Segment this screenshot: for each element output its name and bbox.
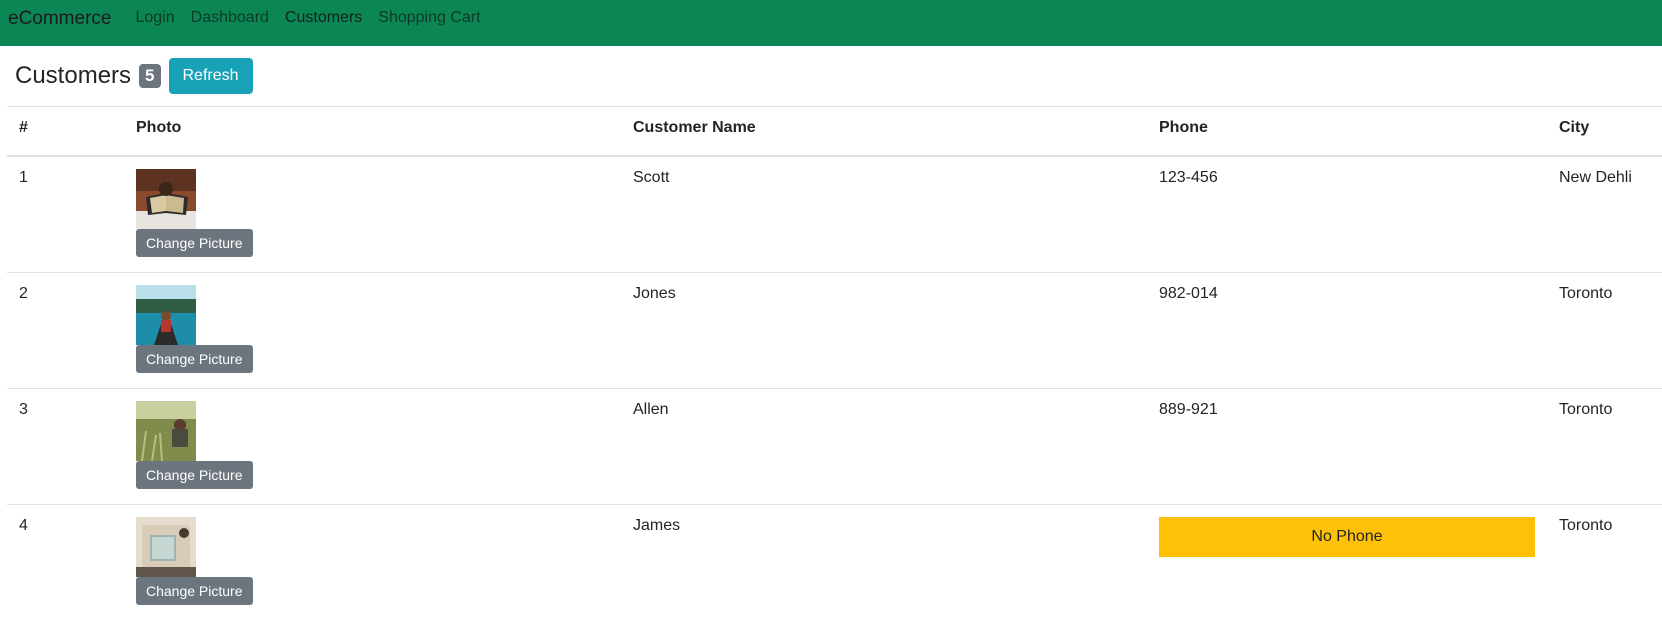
nav-link-login[interactable]: Login: [135, 9, 174, 27]
header-number: #: [7, 107, 124, 157]
change-picture-button[interactable]: Change Picture: [136, 461, 253, 489]
cell-customer-name: Jones: [621, 273, 1147, 389]
nav-links: Login Dashboard Customers Shopping Cart: [135, 9, 496, 27]
header-city: City: [1547, 107, 1662, 157]
header-customer-name: Customer Name: [621, 107, 1147, 157]
cell-number: 4: [7, 505, 124, 620]
cell-city: Toronto: [1547, 505, 1662, 620]
nav-link-dashboard[interactable]: Dashboard: [191, 9, 269, 27]
cell-number: 3: [7, 389, 124, 505]
cell-number: 1: [7, 156, 124, 273]
cell-customer-name: Scott: [621, 156, 1147, 273]
cell-number: 2: [7, 273, 124, 389]
lake-canoe-photo: [136, 285, 196, 345]
cell-city: New Dehli: [1547, 156, 1662, 273]
car-window-photo: [136, 517, 196, 577]
page-title: Customers: [15, 62, 131, 90]
nav-link-customers[interactable]: Customers: [285, 9, 362, 27]
brand-logo[interactable]: eCommerce: [8, 8, 111, 30]
table-header-row: # Photo Customer Name Phone City: [7, 107, 1662, 157]
cell-photo: Change Picture: [124, 505, 621, 620]
cell-customer-name: James: [621, 505, 1147, 620]
table-row: 4 Change Picture James No Phone Toronto: [7, 505, 1662, 620]
grass-field-photo: [136, 401, 196, 461]
change-picture-button[interactable]: Change Picture: [136, 345, 253, 373]
cell-photo: Change Picture: [124, 156, 621, 273]
no-phone-alert: No Phone: [1159, 517, 1535, 557]
cell-photo: Change Picture: [124, 389, 621, 505]
table-row: 3 Change Picture Allen 889-921 Toronto: [7, 389, 1662, 505]
cell-city: Toronto: [1547, 389, 1662, 505]
top-navbar: eCommerce Login Dashboard Customers Shop…: [0, 0, 1662, 46]
cell-phone: No Phone: [1147, 505, 1547, 620]
cell-phone: 982-014: [1147, 273, 1547, 389]
cell-phone: 123-456: [1147, 156, 1547, 273]
cell-customer-name: Allen: [621, 389, 1147, 505]
cell-photo: Change Picture: [124, 273, 621, 389]
refresh-button[interactable]: Refresh: [169, 58, 253, 94]
header-photo: Photo: [124, 107, 621, 157]
header-phone: Phone: [1147, 107, 1547, 157]
page-header: Customers 5 Refresh: [0, 46, 1662, 106]
change-picture-button[interactable]: Change Picture: [136, 577, 253, 605]
change-picture-button[interactable]: Change Picture: [136, 229, 253, 257]
table-row: 1 Change Picture Scott 123-456 New Dehli: [7, 156, 1662, 273]
book-reading-photo: [136, 169, 196, 229]
customers-table: # Photo Customer Name Phone City 1 Chang…: [7, 106, 1662, 620]
table-row: 2 Change Picture Jones 982-014 Toronto: [7, 273, 1662, 389]
customer-count-badge: 5: [139, 64, 160, 88]
nav-link-shopping-cart[interactable]: Shopping Cart: [378, 9, 480, 27]
cell-phone: 889-921: [1147, 389, 1547, 505]
cell-city: Toronto: [1547, 273, 1662, 389]
